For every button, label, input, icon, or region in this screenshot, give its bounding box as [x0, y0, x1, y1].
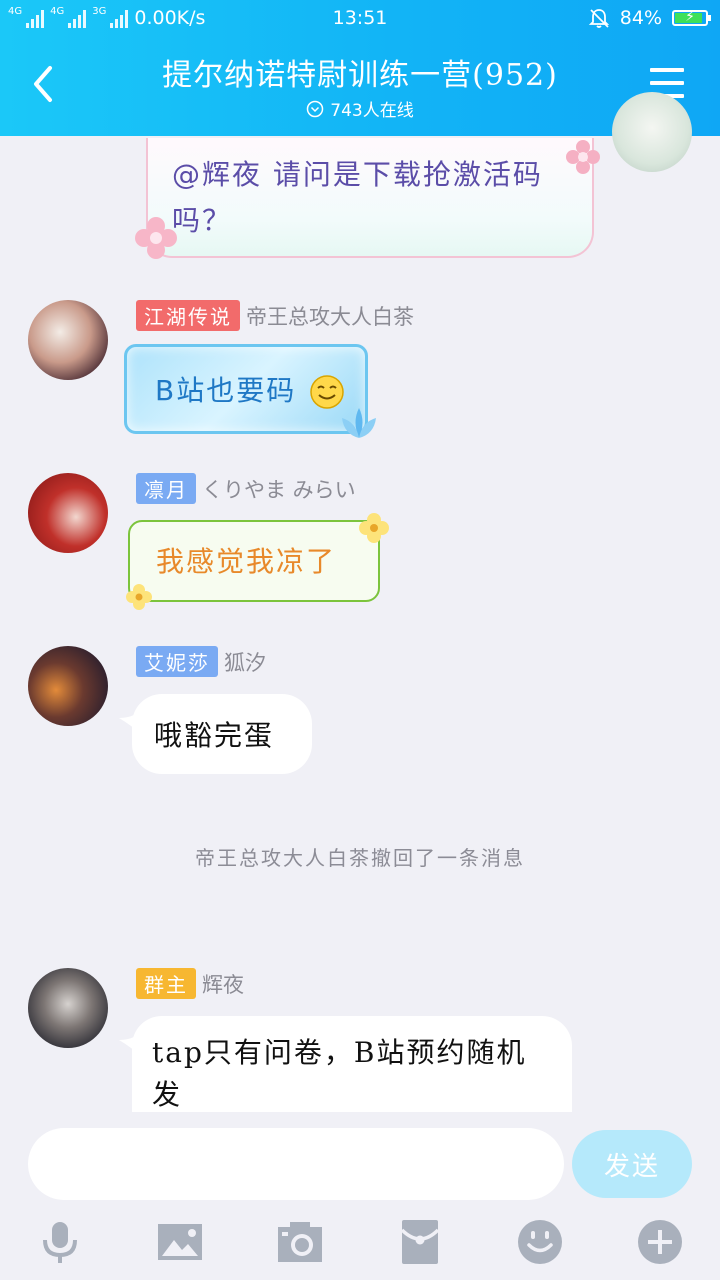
sender-name[interactable]: 帝王总攻大人白茶	[246, 301, 414, 331]
composer: 发送	[0, 1112, 720, 1280]
flower-decoration-icon	[359, 513, 389, 543]
member-title-badge: 艾妮莎	[136, 646, 218, 677]
online-count-label: 743人在线	[330, 101, 414, 121]
sender-name[interactable]: 辉夜	[202, 969, 244, 999]
sender-name[interactable]: くりやま みらい	[202, 474, 356, 504]
image-icon[interactable]	[156, 1218, 204, 1266]
flower-decoration-icon	[135, 217, 177, 259]
recall-notice: 帝王总攻大人白茶撤回了一条消息	[195, 846, 525, 870]
sender-name[interactable]: 狐汐	[224, 647, 266, 677]
microphone-icon[interactable]	[36, 1218, 84, 1266]
user-avatar[interactable]	[28, 646, 108, 726]
battery-icon: ⚡	[672, 9, 711, 26]
battery-percent: 84%	[619, 7, 662, 29]
message-input[interactable]	[28, 1128, 564, 1200]
message-bubble[interactable]: @辉夜 请问是下载抢激活码吗？	[146, 138, 594, 258]
send-button[interactable]: 发送	[572, 1130, 692, 1198]
chat-header: 4G 4G 3G 0.00K/s 13:51 84% ⚡ 提尔纳诺特尉训练一营(…	[0, 0, 720, 136]
own-avatar[interactable]	[612, 92, 692, 172]
red-packet-icon[interactable]	[396, 1218, 444, 1266]
group-title[interactable]: 提尔纳诺特尉训练一营(952)	[0, 50, 720, 94]
message-text: @辉夜 请问是下载抢激活码吗？	[172, 158, 543, 237]
plus-icon[interactable]	[636, 1218, 684, 1266]
member-title-badge: 江湖传说	[136, 300, 240, 331]
chevron-down-circle-icon	[307, 100, 324, 117]
status-bar: 4G 4G 3G 0.00K/s 13:51 84% ⚡	[0, 0, 720, 38]
sender-meta: 凛月 くりやま みらい	[136, 473, 356, 504]
camera-icon[interactable]	[276, 1218, 324, 1266]
message-bubble[interactable]: 哦豁完蛋	[132, 694, 312, 774]
message-text: 哦豁完蛋	[154, 719, 275, 752]
message-text: B站也要码	[155, 374, 297, 407]
message-text: tap只有问卷，B站预约随机发	[152, 1036, 527, 1111]
member-title-badge: 凛月	[136, 473, 196, 504]
emoji-icon[interactable]	[516, 1218, 564, 1266]
message-text: 我感觉我凉了	[156, 545, 337, 578]
bell-muted-icon	[588, 9, 609, 28]
member-title-badge: 群主	[136, 968, 196, 999]
sender-meta: 江湖传说 帝王总攻大人白茶	[136, 300, 414, 331]
lotus-decoration-icon	[342, 408, 376, 438]
user-avatar[interactable]	[28, 473, 108, 553]
user-avatar[interactable]	[28, 300, 108, 380]
flower-decoration-icon	[566, 140, 600, 174]
sender-meta: 艾妮莎 狐汐	[136, 646, 266, 677]
user-avatar[interactable]	[28, 968, 108, 1048]
online-count[interactable]: 743人在线	[0, 96, 720, 121]
flower-decoration-icon	[126, 584, 152, 610]
message-bubble[interactable]: 我感觉我凉了	[128, 520, 380, 602]
sender-meta: 群主 辉夜	[136, 968, 244, 999]
message-bubble[interactable]: tap只有问卷，B站预约随机发	[132, 1016, 572, 1112]
